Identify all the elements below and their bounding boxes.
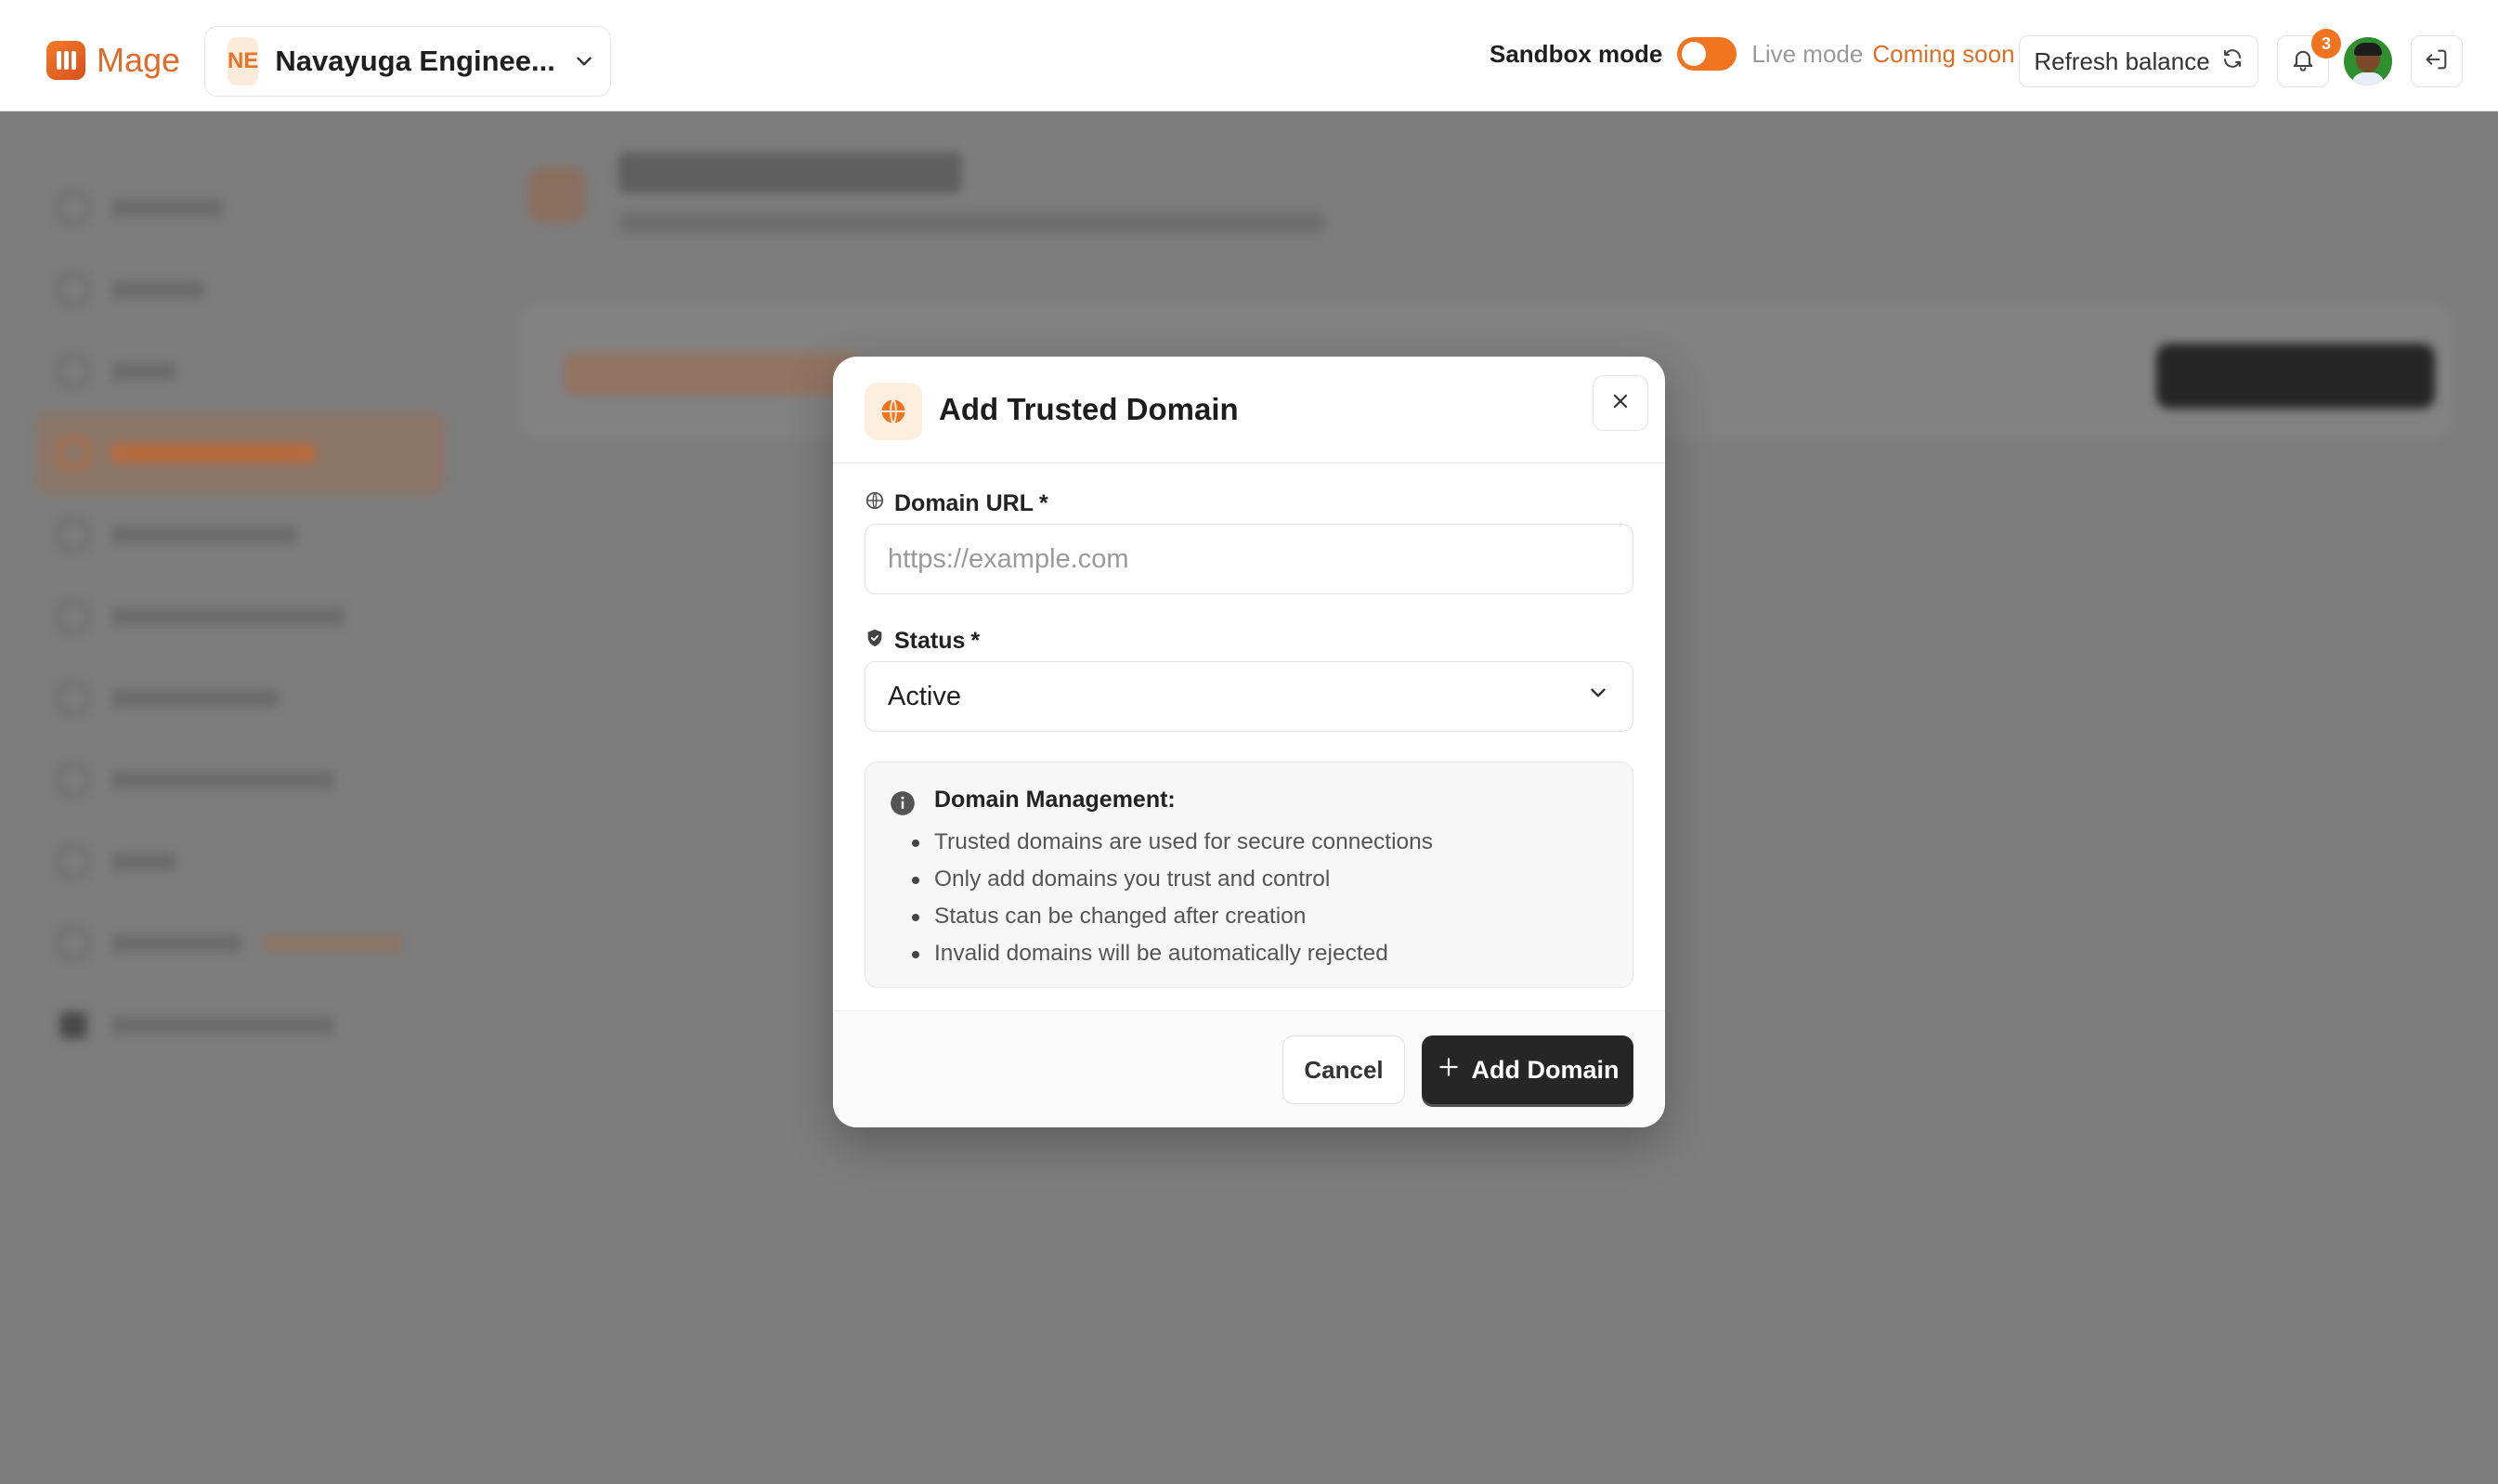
add-domain-button[interactable]: Add Domain <box>1422 1035 1633 1104</box>
info-list-item: Status can be changed after creation <box>911 898 1433 935</box>
info-icon <box>890 790 916 821</box>
brand-logo[interactable]: Mage <box>46 41 180 80</box>
dialog-footer: Cancel Add Domain <box>833 1010 1665 1127</box>
domain-management-info: Domain Management: Trusted domains are u… <box>865 762 1633 988</box>
live-mode-label: Live mode <box>1751 39 1864 68</box>
globe-icon <box>865 383 922 440</box>
close-dialog-button[interactable] <box>1593 375 1648 431</box>
brand-name: Mage <box>97 41 181 79</box>
dialog-header: Add Trusted Domain <box>833 357 1665 463</box>
status-select[interactable]: Active <box>865 661 1633 732</box>
cancel-button[interactable]: Cancel <box>1282 1035 1405 1104</box>
sandbox-mode-label: Sandbox mode <box>1490 39 1663 68</box>
notification-count-badge: 3 <box>2311 29 2341 59</box>
org-name: Navayuga Enginee... <box>275 45 555 77</box>
mode-toggle[interactable] <box>1677 37 1737 71</box>
close-icon <box>1609 390 1632 417</box>
domain-url-label: Domain URL * <box>865 490 1048 517</box>
add-domain-label: Add Domain <box>1471 1055 1620 1084</box>
background-sidebar <box>37 167 446 1066</box>
coming-soon-label: Coming soon <box>1872 39 2015 68</box>
top-bar: Mage NE Navayuga Enginee... Sandbox mode… <box>0 0 2498 111</box>
refresh-balance-button[interactable]: Refresh balance <box>2019 35 2258 87</box>
info-list: Trusted domains are used for secure conn… <box>911 824 1433 972</box>
status-selected-value: Active <box>888 681 961 711</box>
mode-switch-row: Sandbox mode Live mode Coming soon <box>1490 37 2015 71</box>
domain-url-input[interactable] <box>888 543 1610 575</box>
organization-switcher[interactable]: NE Navayuga Enginee... <box>204 26 611 97</box>
shield-icon <box>865 628 885 655</box>
info-list-item: Trusted domains are used for secure conn… <box>911 824 1433 861</box>
globe-icon <box>865 490 885 517</box>
chevron-down-icon <box>572 49 596 73</box>
dialog-title: Add Trusted Domain <box>939 392 1239 426</box>
logout-icon <box>2424 46 2450 77</box>
org-initials-badge: NE <box>228 37 259 85</box>
plus-icon <box>1437 1055 1461 1086</box>
notifications-button[interactable]: 3 <box>2277 29 2341 87</box>
add-trusted-domain-dialog: Add Trusted Domain Domain URL * Status *… <box>833 357 1665 1127</box>
info-list-item: Invalid domains will be automatically re… <box>911 935 1433 972</box>
logout-button[interactable] <box>2411 35 2463 87</box>
domain-url-field[interactable] <box>865 524 1633 594</box>
status-label: Status * <box>865 628 980 655</box>
bell-icon <box>2290 46 2316 77</box>
refresh-icon <box>2221 47 2244 76</box>
info-list-item: Only add domains you trust and control <box>911 861 1433 898</box>
info-title: Domain Management: <box>934 787 1176 813</box>
refresh-balance-label: Refresh balance <box>2034 46 2210 75</box>
app-logo-icon <box>46 41 85 80</box>
chevron-down-icon <box>1586 681 1610 712</box>
user-avatar[interactable] <box>2344 37 2392 85</box>
